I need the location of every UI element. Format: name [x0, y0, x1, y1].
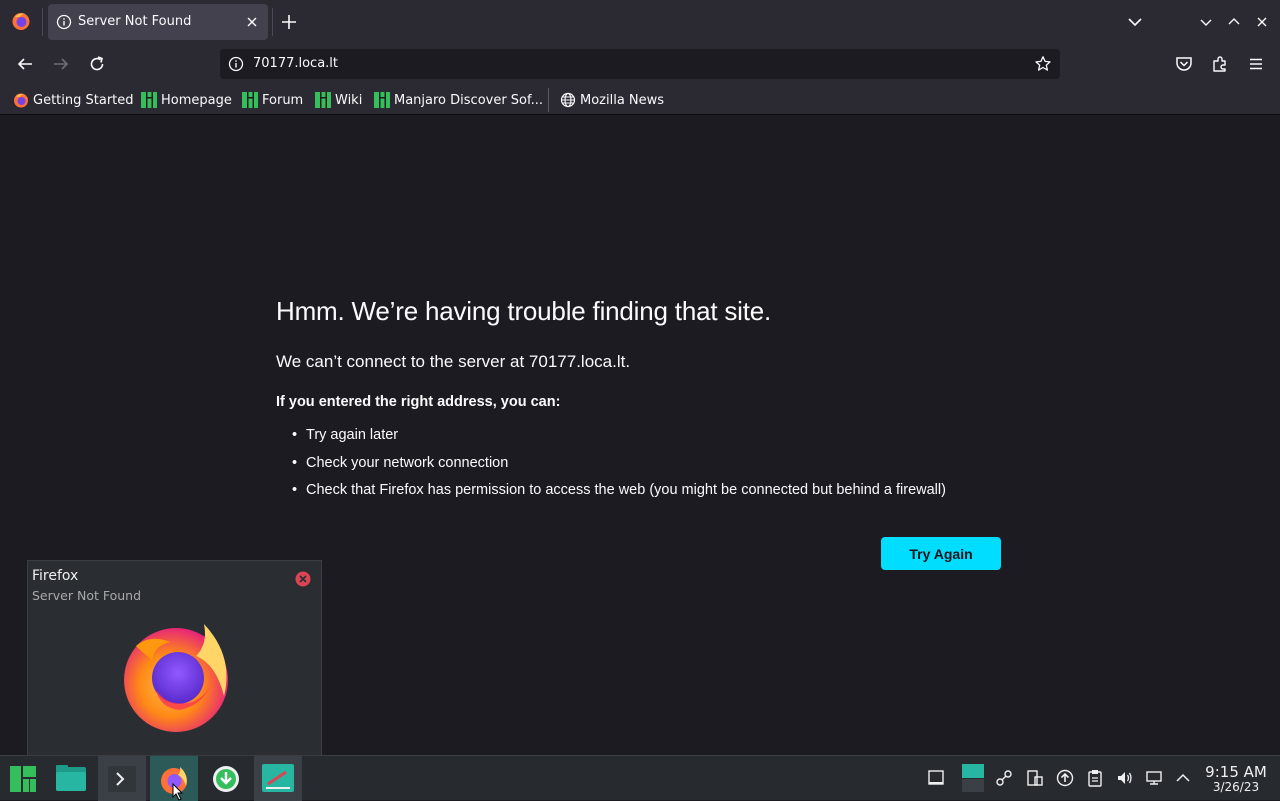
navigation-toolbar: 70177.loca.lt [0, 44, 1280, 84]
close-tab-icon[interactable] [245, 15, 259, 29]
try-again-button[interactable]: Try Again [881, 537, 1001, 570]
list-all-tabs-icon[interactable] [1127, 14, 1143, 30]
reload-icon[interactable] [87, 54, 107, 74]
info-icon [56, 14, 72, 30]
firefox-icon [14, 93, 28, 108]
taskbar-firefox[interactable] [150, 756, 198, 801]
taskbar-file-manager[interactable] [48, 756, 96, 801]
notification-body: Server Not Found [32, 588, 142, 603]
tab-server-not-found[interactable]: Server Not Found [48, 4, 268, 40]
network-icon[interactable] [1145, 769, 1163, 787]
bookmark-wiki[interactable]: Wiki [315, 90, 362, 110]
bookmark-manjaro-discover[interactable]: Manjaro Discover Sof... [374, 90, 543, 110]
firefox-logo-icon [124, 624, 228, 732]
hamburger-menu-icon[interactable] [1246, 54, 1266, 74]
download-icon [213, 766, 239, 792]
folder-icon [56, 765, 86, 791]
new-tab-icon[interactable] [280, 13, 298, 31]
bookmark-label: Mozilla News [580, 92, 665, 108]
notification-popup[interactable]: Firefox Server Not Found [27, 560, 322, 755]
manjaro-icon [315, 92, 331, 108]
list-item: Check that Firefox has permission to acc… [292, 482, 946, 510]
app-window-icon [262, 764, 294, 792]
bookmark-label: Getting Started [33, 92, 134, 108]
volume-icon[interactable] [1116, 769, 1134, 787]
bookmark-separator [548, 88, 549, 112]
bookmark-label: Homepage [161, 92, 232, 108]
bookmark-label: Manjaro Discover Sof... [394, 92, 544, 108]
manjaro-icon [242, 92, 258, 108]
bookmark-homepage[interactable]: Homepage [141, 90, 232, 110]
mouse-cursor-icon [172, 783, 184, 801]
bookmark-getting-started[interactable]: Getting Started [13, 90, 134, 110]
bookmark-star-icon[interactable] [1034, 55, 1052, 73]
url-text[interactable]: 70177.loca.lt [253, 56, 338, 71]
minimize-icon[interactable] [1198, 14, 1214, 30]
taskbar-app-window[interactable] [254, 756, 302, 801]
extensions-icon[interactable] [1210, 54, 1230, 74]
virtual-desktop-pager-icon[interactable] [962, 764, 984, 792]
bookmark-label: Forum [262, 92, 304, 108]
taskbar-software-updater[interactable] [202, 756, 250, 801]
tab-separator [42, 8, 43, 36]
address-bar[interactable]: 70177.loca.lt [220, 49, 1060, 79]
site-info-icon[interactable] [228, 56, 244, 72]
maximize-icon[interactable] [1226, 14, 1242, 30]
close-window-icon[interactable] [1254, 14, 1270, 30]
tab-separator [272, 8, 273, 36]
application-launcher-icon[interactable] [10, 766, 36, 792]
updates-icon[interactable] [1056, 769, 1074, 787]
manjaro-icon [374, 92, 390, 108]
notification-title: Firefox [32, 568, 79, 584]
clipboard-manager-icon[interactable] [1026, 769, 1044, 787]
bookmark-label: Wiki [335, 92, 363, 108]
show-desktop-icon[interactable] [927, 769, 945, 787]
pocket-icon[interactable] [1174, 54, 1194, 74]
globe-icon [560, 92, 576, 108]
kde-connect-icon[interactable] [995, 769, 1013, 787]
tab-title: Server Not Found [78, 14, 192, 29]
clipboard-icon[interactable] [1086, 769, 1104, 787]
list-item: Try again later [292, 427, 946, 455]
error-lead: If you entered the right address, you ca… [276, 394, 561, 410]
bookmarks-toolbar: Getting Started Homepage Forum Wiki Manj… [0, 84, 1280, 115]
clock-time[interactable]: 9:15 AM [1200, 763, 1272, 781]
terminal-icon [108, 766, 136, 792]
suggestion-list: Try again later Check your network conne… [292, 427, 946, 510]
manjaro-icon [141, 92, 157, 108]
list-item: Check your network connection [292, 455, 946, 483]
bookmark-forum[interactable]: Forum [242, 90, 303, 110]
taskbar: 9:15 AM 3/26/23 [0, 755, 1280, 801]
tab-strip: Server Not Found [0, 0, 1280, 44]
firefox-menu-icon[interactable] [11, 11, 31, 31]
forward-icon[interactable] [51, 54, 71, 74]
error-subtitle: We can’t connect to the server at 70177.… [276, 352, 631, 371]
back-icon[interactable] [15, 54, 35, 74]
error-title: Hmm. We’re having trouble finding that s… [276, 296, 772, 326]
show-hidden-icons-icon[interactable] [1174, 769, 1192, 787]
close-notification-icon[interactable] [295, 571, 311, 587]
bookmark-mozilla-news[interactable]: Mozilla News [560, 90, 664, 110]
taskbar-terminal[interactable] [98, 756, 146, 801]
clock-date[interactable]: 3/26/23 [1200, 780, 1272, 794]
